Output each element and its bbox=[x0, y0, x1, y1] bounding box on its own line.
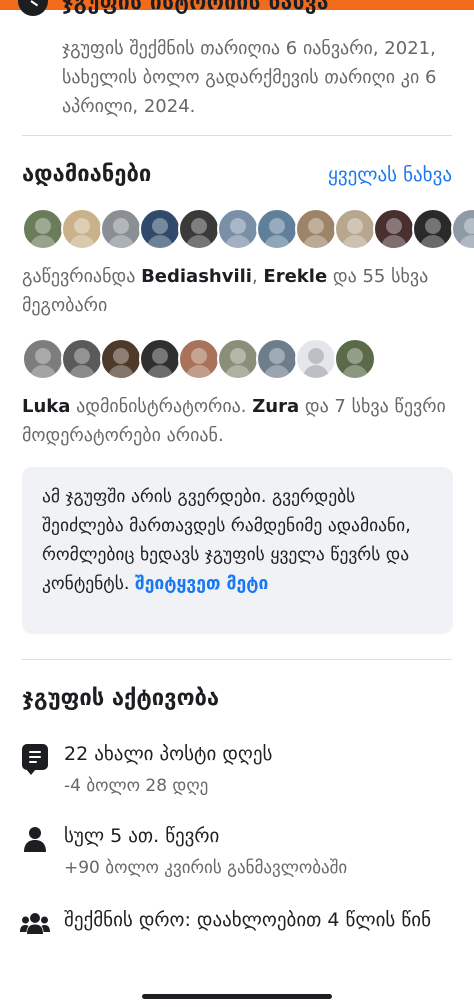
group-about-page: ჯგუფის ისტორიის ნახვა ჯგუფის შექმნის თარ… bbox=[0, 0, 474, 1007]
posts-trend: -4 ბოლო 28 დღე bbox=[64, 776, 209, 796]
pages-info-box: ამ ჯგუფში არის გვერდები. გვერდებს შეიძლე… bbox=[22, 467, 453, 634]
avatar-body bbox=[303, 235, 329, 248]
member-avatar[interactable] bbox=[100, 208, 142, 250]
member-avatar[interactable] bbox=[295, 208, 337, 250]
avatar-head bbox=[269, 218, 285, 234]
group-icon bbox=[20, 913, 50, 934]
member-avatar[interactable] bbox=[22, 208, 64, 250]
avatar-body bbox=[30, 365, 56, 378]
admin-avatar[interactable] bbox=[217, 338, 259, 380]
people-header: ადამიანები ყველას ნახვა bbox=[22, 162, 452, 196]
avatar-body bbox=[459, 235, 474, 248]
avatar-head bbox=[35, 218, 51, 234]
avatar-body bbox=[186, 365, 212, 378]
avatar-head bbox=[152, 218, 168, 234]
avatar-head bbox=[308, 218, 324, 234]
people-title: ადამიანები bbox=[22, 162, 152, 187]
admins-text: Luka ადმინისტრატორია. Zura და 7 სხვა წევ… bbox=[22, 392, 454, 450]
member-avatar[interactable] bbox=[217, 208, 259, 250]
clock-icon bbox=[18, 0, 48, 16]
avatar-head bbox=[386, 218, 402, 234]
member-avatar[interactable] bbox=[139, 208, 181, 250]
avatar-head bbox=[74, 348, 90, 364]
avatar-head bbox=[35, 348, 51, 364]
avatar-head bbox=[347, 218, 363, 234]
member-avatar[interactable] bbox=[373, 208, 415, 250]
see-all-link[interactable]: ყველას ნახვა bbox=[328, 164, 452, 186]
admin-avatar[interactable] bbox=[139, 338, 181, 380]
joined-prefix: გაწევრიანდა bbox=[22, 266, 142, 287]
friend-name[interactable]: Erekle bbox=[263, 266, 327, 287]
avatar-head bbox=[113, 218, 129, 234]
avatar-head bbox=[113, 348, 129, 364]
member-avatar[interactable] bbox=[61, 208, 103, 250]
divider bbox=[22, 659, 452, 660]
avatar-body bbox=[342, 235, 368, 248]
avatar-body bbox=[147, 235, 173, 248]
member-avatar[interactable] bbox=[178, 208, 220, 250]
learn-more-link[interactable]: შეიტყვეთ მეტი bbox=[135, 574, 268, 594]
avatar-head bbox=[230, 348, 246, 364]
created-time: შექმნის დრო: დაახლოებით 4 წლის წინ bbox=[64, 909, 431, 931]
activity-created: შექმნის დრო: დაახლოებით 4 წლის წინ bbox=[20, 906, 454, 968]
member-avatar-row[interactable] bbox=[22, 208, 474, 250]
admin-avatar[interactable] bbox=[295, 338, 337, 380]
joined-separator: , bbox=[251, 266, 264, 287]
avatar-head bbox=[347, 348, 363, 364]
admin-avatar[interactable] bbox=[256, 338, 298, 380]
home-indicator[interactable] bbox=[142, 994, 332, 999]
member-avatar[interactable] bbox=[451, 208, 474, 250]
avatar-head bbox=[152, 348, 168, 364]
avatar-head bbox=[308, 348, 324, 364]
admin-avatar[interactable] bbox=[334, 338, 376, 380]
avatar-body bbox=[225, 235, 251, 248]
members-trend: +90 ბოლო კვირის განმავლობაში bbox=[64, 858, 348, 878]
avatar-body bbox=[264, 365, 290, 378]
moderator-name[interactable]: Zura bbox=[252, 396, 299, 417]
activity-posts: 22 ახალი პოსტი დღეს -4 ბოლო 28 დღე bbox=[22, 740, 454, 800]
avatar-head bbox=[74, 218, 90, 234]
avatar-body bbox=[30, 235, 56, 248]
avatar-head bbox=[269, 348, 285, 364]
avatar-body bbox=[147, 365, 173, 378]
member-avatar[interactable] bbox=[412, 208, 454, 250]
avatar-body bbox=[108, 365, 134, 378]
activity-title: ჯგუფის აქტივობა bbox=[22, 686, 220, 711]
avatar-body bbox=[69, 365, 95, 378]
member-avatar[interactable] bbox=[334, 208, 376, 250]
admin-name[interactable]: Luka bbox=[22, 396, 70, 417]
avatar-body bbox=[342, 365, 368, 378]
posts-today: 22 ახალი პოსტი დღეს bbox=[64, 743, 273, 765]
avatar-body bbox=[264, 235, 290, 248]
avatar-body bbox=[186, 235, 212, 248]
person-icon bbox=[24, 827, 46, 852]
history-title: ჯგუფის ისტორიის ნახვა bbox=[62, 0, 329, 14]
activity-members: სულ 5 ათ. წევრი +90 ბოლო კვირის განმავლო… bbox=[22, 822, 454, 882]
admin-avatar[interactable] bbox=[100, 338, 142, 380]
admin-avatar[interactable] bbox=[61, 338, 103, 380]
admin-avatar[interactable] bbox=[178, 338, 220, 380]
avatar-head bbox=[191, 218, 207, 234]
members-total: სულ 5 ათ. წევრი bbox=[64, 825, 220, 847]
avatar-body bbox=[108, 235, 134, 248]
avatar-head bbox=[230, 218, 246, 234]
post-icon bbox=[22, 744, 48, 775]
divider bbox=[22, 135, 452, 136]
member-avatar[interactable] bbox=[256, 208, 298, 250]
avatar-body bbox=[69, 235, 95, 248]
avatar-head bbox=[191, 348, 207, 364]
avatar-body bbox=[381, 235, 407, 248]
admin-text: ადმინისტრატორია. bbox=[70, 396, 253, 417]
avatar-body bbox=[303, 365, 329, 378]
admin-avatar[interactable] bbox=[22, 338, 64, 380]
history-description: ჯგუფის შექმნის თარიღია 6 იანვარი, 2021, … bbox=[62, 38, 437, 117]
avatar-head bbox=[425, 218, 441, 234]
avatar-body bbox=[225, 365, 251, 378]
avatar-head bbox=[464, 218, 474, 234]
friend-name[interactable]: Bediashvili bbox=[141, 266, 252, 287]
avatar-body bbox=[420, 235, 446, 248]
joined-friends-text: გაწევრიანდა Bediashvili, Erekle და 55 სხ… bbox=[22, 262, 454, 320]
admin-avatar-row[interactable] bbox=[22, 338, 376, 380]
